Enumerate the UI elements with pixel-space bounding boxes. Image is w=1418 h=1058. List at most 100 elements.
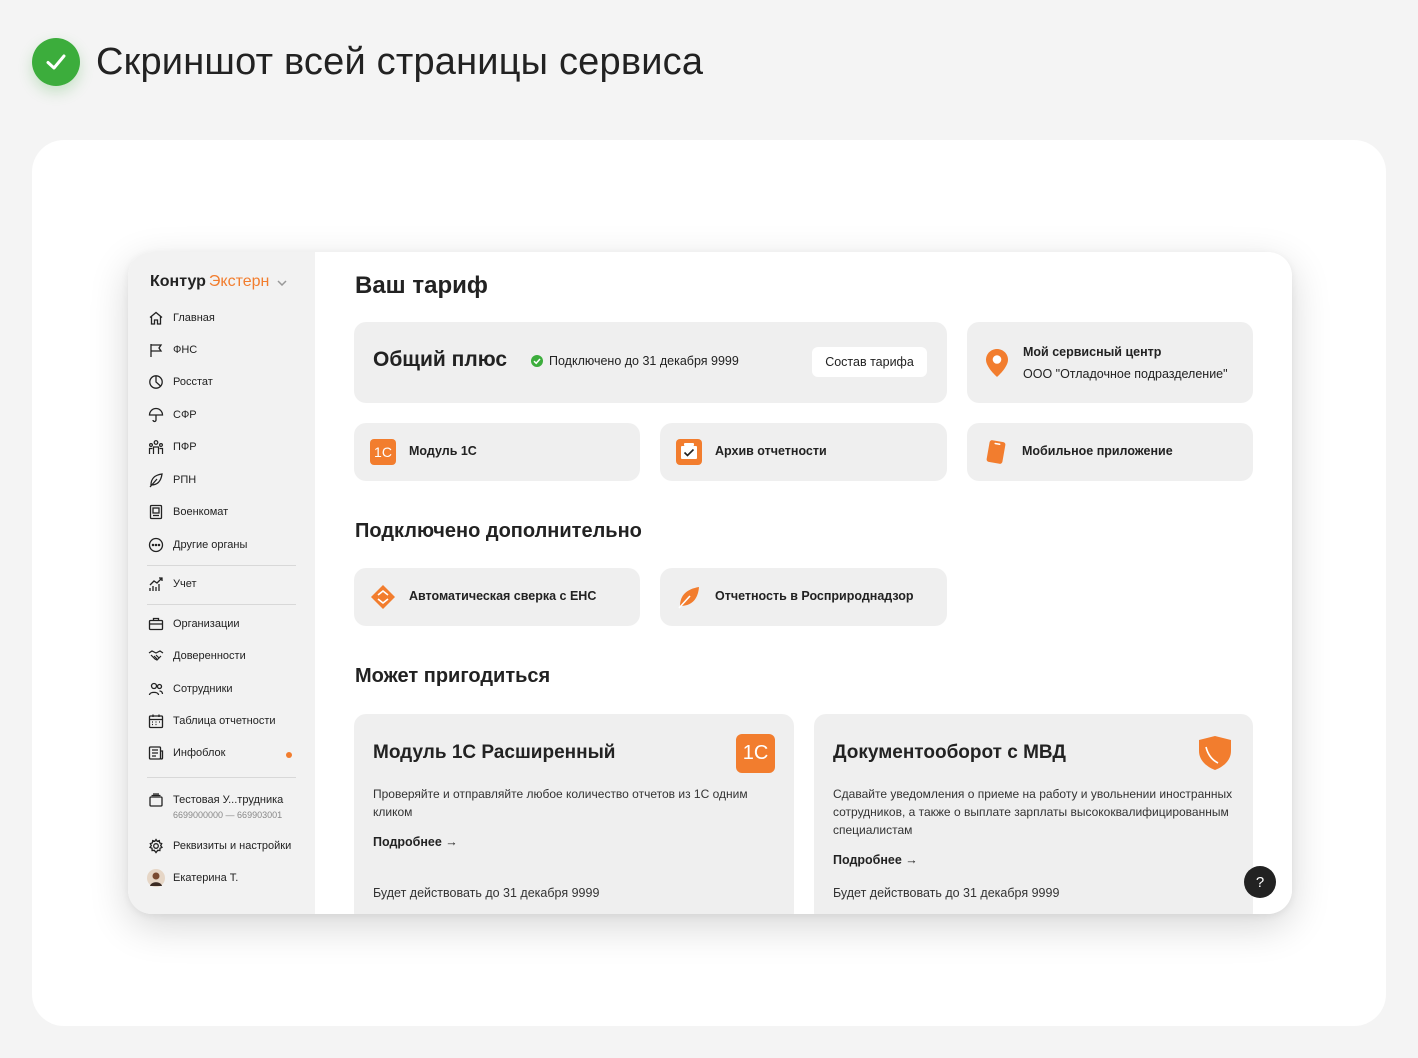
logo-product: Экстерн [208, 273, 270, 290]
sidebar-item-label: Главная [173, 312, 215, 324]
unread-indicator [286, 752, 292, 758]
briefcase-icon [147, 791, 165, 809]
tariff-details-button[interactable]: Состав тарифа [812, 347, 927, 377]
sidebar-item-other[interactable]: Другие органы [147, 533, 247, 557]
sidebar-item-label: Инфоблок [173, 747, 226, 759]
sidebar-item-label: ПФР [173, 441, 197, 453]
logo-brand: Контур [150, 273, 206, 290]
sidebar-item-label: Реквизиты и настройки [173, 840, 292, 852]
organization-name: Тестовая У...трудника [173, 794, 284, 806]
product-switcher[interactable]: Контур Экстерн [150, 273, 287, 291]
sidebar-item-infoblock[interactable]: Инфоблок [147, 741, 225, 765]
sidebar-item-label: Сотрудники [173, 683, 233, 695]
suggestion-title: Документооборот с МВД [833, 742, 1066, 763]
page-title: Ваш тариф [355, 272, 488, 299]
suggest-section-title: Может пригодиться [355, 665, 551, 687]
help-button[interactable]: ? [1244, 866, 1276, 898]
suggestion-validity: Будет действовать до 31 декабря 9999 [373, 886, 600, 900]
sidebar-item-sfr[interactable]: СФР [147, 403, 197, 427]
service-center-name: ООО "Отладочное подразделение" [1023, 367, 1228, 381]
extra-label: Автоматическая сверка с ЕНС [409, 589, 597, 603]
main-content: Ваш тариф Общий плюс Подключено до 31 де… [315, 252, 1292, 914]
page-header-title: Скриншот всей страницы сервиса [96, 40, 704, 83]
sidebar-item-pfr[interactable]: ПФР [147, 435, 197, 459]
id-card-icon [147, 503, 165, 521]
feature-mobile-app[interactable]: Мобильное приложение [967, 423, 1253, 481]
sidebar-item-label: Организации [173, 618, 240, 630]
chevron-down-icon [277, 280, 287, 286]
service-center-card[interactable]: Мой сервисный центр ООО "Отладочное подр… [967, 322, 1253, 403]
suggestion-card-1c-extended[interactable]: Модуль 1С Расширенный 1С Проверяйте и от… [354, 714, 794, 914]
suggestion-more-link[interactable]: Подробнее → [373, 835, 458, 849]
tariff-status-text: Подключено до 31 декабря 9999 [549, 354, 739, 368]
sidebar-item-home[interactable]: Главная [147, 306, 215, 330]
sidebar-item-label: Другие органы [173, 539, 248, 551]
feature-label: Мобильное приложение [1022, 444, 1173, 458]
sidebar-item-label: РПН [173, 474, 197, 486]
sidebar-item-voenkomat[interactable]: Военкомат [147, 500, 228, 524]
suggestion-card-mvd[interactable]: Документооборот с МВД Сдавайте уведомлен… [814, 714, 1253, 914]
ens-icon [370, 584, 396, 610]
leaf-icon [676, 584, 702, 610]
sidebar-item-uchet[interactable]: Учет [147, 572, 197, 596]
feature-1c-module[interactable]: 1C Модуль 1С [354, 423, 640, 481]
tariff-name: Общий плюс [373, 348, 508, 371]
gear-icon [147, 837, 165, 855]
sidebar-item-rosstat[interactable]: Росстат [147, 370, 213, 394]
user-profile[interactable]: Екатерина Т. [147, 866, 238, 890]
1c-icon: 1С [736, 734, 775, 773]
sidebar-item-label: Росстат [173, 376, 213, 388]
growth-chart-icon [147, 575, 165, 593]
svg-text:1C: 1C [374, 444, 392, 460]
service-center-title: Мой сервисный центр [1023, 345, 1162, 359]
handshake-icon [147, 647, 165, 665]
sidebar-item-label: Учет [173, 578, 197, 590]
news-icon [147, 744, 165, 762]
sidebar-item-fns[interactable]: ФНС [147, 338, 197, 362]
organization-switcher[interactable]: Тестовая У...трудника [147, 788, 283, 812]
extra-rpn-reporting[interactable]: Отчетность в Росприроднадзор [660, 568, 947, 626]
sidebar-item-label: Таблица отчетности [173, 715, 276, 727]
feature-label: Модуль 1С [409, 444, 477, 458]
extra-section-title: Подключено дополнительно [355, 520, 642, 542]
users-icon [147, 680, 165, 698]
sidebar-divider [147, 604, 296, 605]
flag-icon [147, 341, 165, 359]
extra-ens-check[interactable]: Автоматическая сверка с ЕНС [354, 568, 640, 626]
sidebar-item-label: ФНС [173, 344, 198, 356]
shield-icon [1199, 736, 1231, 770]
pie-chart-icon [147, 373, 165, 391]
sidebar-divider [147, 777, 296, 778]
sidebar-item-rpn[interactable]: РПН [147, 468, 196, 492]
user-name: Екатерина Т. [173, 872, 239, 884]
leaf-icon [147, 471, 165, 489]
sidebar-item-settings[interactable]: Реквизиты и настройки [147, 834, 291, 858]
people-group-icon [147, 438, 165, 456]
suggestion-description: Сдавайте уведомления о приеме на работу … [833, 787, 1233, 837]
more-icon [147, 536, 165, 554]
location-pin-icon [986, 349, 1008, 377]
1c-icon: 1C [370, 439, 396, 465]
sidebar-item-report-table[interactable]: Таблица отчетности [147, 709, 276, 733]
extra-label: Отчетность в Росприроднадзор [715, 589, 914, 603]
suggestion-more-link[interactable]: Подробнее → [833, 853, 918, 867]
sidebar-item-label: Доверенности [173, 650, 246, 662]
check-circle-icon [531, 355, 543, 367]
feature-archive[interactable]: Архив отчетности [660, 423, 947, 481]
suggestion-title: Модуль 1С Расширенный [373, 742, 616, 763]
umbrella-icon [147, 406, 165, 424]
briefcase-icon [147, 615, 165, 633]
sidebar-item-powers[interactable]: Доверенности [147, 644, 246, 668]
calendar-icon [147, 712, 165, 730]
sidebar-item-employees[interactable]: Сотрудники [147, 677, 233, 701]
tariff-status: Подключено до 31 декабря 9999 [531, 354, 739, 368]
avatar [147, 869, 165, 887]
archive-icon [676, 439, 702, 465]
suggestion-validity: Будет действовать до 31 декабря 9999 [833, 886, 1060, 900]
sidebar-item-label: Военкомат [173, 506, 229, 518]
phone-icon [983, 439, 1009, 465]
app-window: Контур Экстерн Главная ФНС Росстат СФР П… [128, 252, 1292, 914]
tariff-card: Общий плюс Подключено до 31 декабря 9999… [354, 322, 947, 403]
sidebar-item-organizations[interactable]: Организации [147, 612, 240, 636]
sidebar-divider [147, 565, 296, 566]
